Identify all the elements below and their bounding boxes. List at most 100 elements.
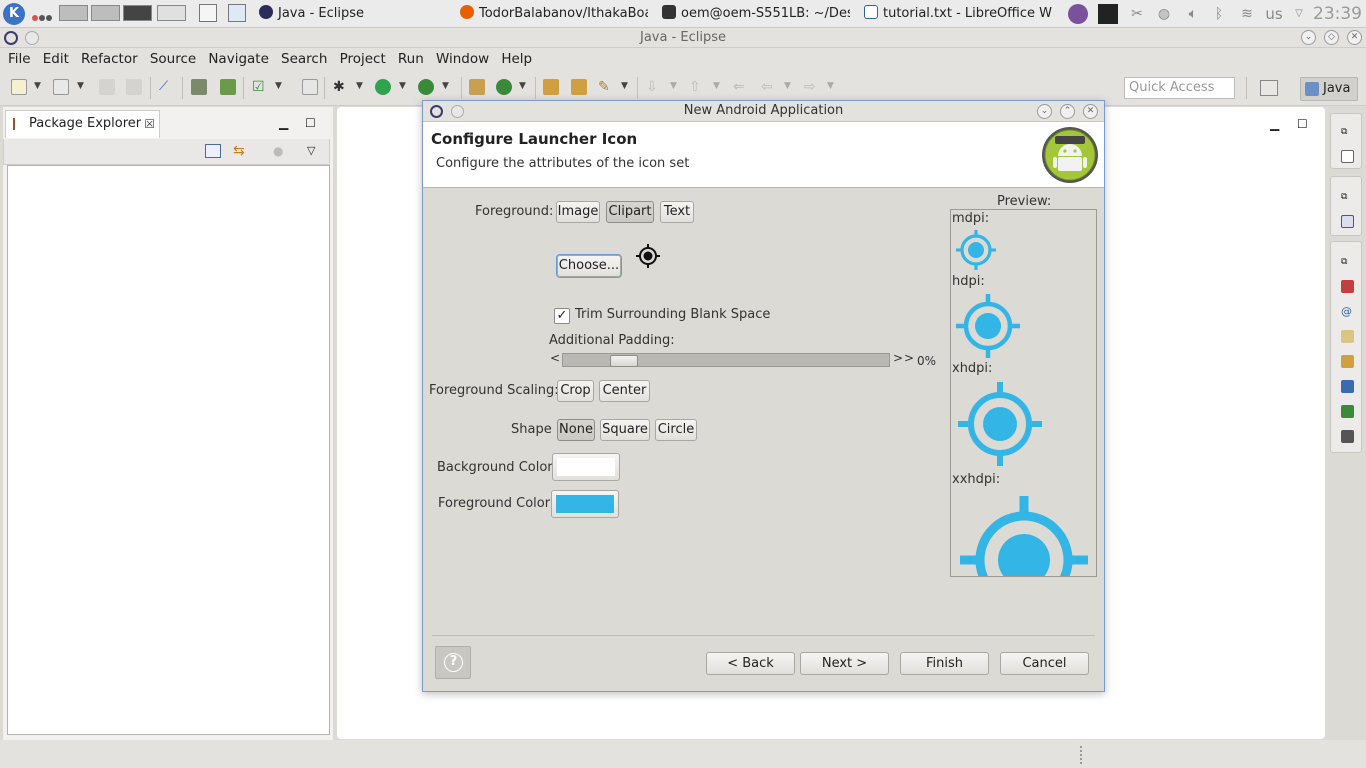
dialog-maximize-button[interactable]: ⌃ [1060, 104, 1075, 119]
new-type-dropdown-icon[interactable]: ▼ [77, 81, 84, 91]
editor-maximize-button[interactable]: ☐ [1297, 117, 1308, 131]
cancel-button[interactable]: Cancel [1000, 652, 1089, 675]
slider-left-arrow-icon[interactable]: < [550, 351, 560, 365]
padding-slider[interactable]: < > > [550, 351, 916, 367]
editor-minimize-button[interactable]: ▁ [1270, 117, 1279, 131]
previous-annotation-icon[interactable]: ⇧ [689, 79, 705, 95]
tray-expand-icon[interactable]: ▽ [1292, 4, 1306, 24]
run-external-tools-icon[interactable] [418, 79, 434, 95]
skip-breakpoints-icon[interactable]: ⟋ [159, 79, 175, 95]
application-launcher-icon[interactable]: K [3, 3, 25, 25]
problems-view-icon[interactable] [1341, 280, 1354, 293]
maximize-window-button[interactable]: ◇ [1324, 30, 1339, 45]
run-dropdown-icon[interactable]: ▼ [399, 81, 406, 91]
virtual-desktop-1[interactable] [59, 5, 88, 21]
foreground-text-button[interactable]: Text [660, 201, 694, 223]
package-explorer-tab[interactable]: Package Explorer ☒ [5, 110, 160, 138]
back-dropdown-icon[interactable]: ▼ [784, 81, 791, 91]
task-list-view-icon[interactable] [1341, 215, 1354, 228]
finish-button[interactable]: Finish [900, 652, 989, 675]
menu-search[interactable]: Search [277, 48, 331, 70]
restore-icon-2[interactable]: ⧉ [1341, 191, 1354, 204]
new-class-dropdown-icon[interactable]: ▼ [519, 81, 526, 91]
background-color-button[interactable] [552, 453, 620, 481]
menu-source[interactable]: Source [146, 48, 200, 70]
restore-icon-3[interactable]: ⧉ [1341, 256, 1354, 269]
back-icon[interactable]: ⇦ [761, 79, 777, 95]
window-menu-icon[interactable] [25, 31, 39, 45]
debug-icon[interactable]: ✱ [333, 79, 349, 95]
scaling-crop-button[interactable]: Crop [557, 380, 594, 402]
maximize-view-button[interactable]: ☐ [305, 116, 316, 130]
choose-clipart-button[interactable]: Choose... [557, 255, 621, 277]
scaling-center-button[interactable]: Center [599, 380, 650, 402]
outline-view-icon[interactable] [1341, 150, 1354, 163]
dialog-close-button[interactable]: ✕ [1083, 104, 1098, 119]
file-manager-icon[interactable] [228, 4, 246, 22]
open-task-icon[interactable] [571, 79, 587, 95]
shape-none-button[interactable]: None [557, 419, 595, 441]
minimize-view-button[interactable]: ▁ [279, 116, 288, 130]
collapse-all-icon[interactable] [205, 144, 221, 158]
minimize-window-button[interactable]: ⌄ [1301, 30, 1316, 45]
menu-window[interactable]: Window [432, 48, 493, 70]
external-tools-dropdown-icon[interactable]: ▼ [442, 81, 449, 91]
save-all-icon[interactable] [126, 79, 142, 95]
debug-dropdown-icon[interactable]: ▼ [356, 81, 363, 91]
status-grip[interactable] [1080, 746, 1082, 764]
dropbox-icon[interactable] [1098, 4, 1118, 24]
declaration-view-icon[interactable] [1341, 330, 1354, 343]
task-eclipse[interactable]: Java - Eclipse [259, 3, 449, 24]
task-checkbox-icon[interactable]: ☑ [252, 79, 268, 95]
slider-right-arrow-icon[interactable]: > [893, 351, 903, 365]
link-with-editor-icon[interactable]: ⇆ [233, 144, 249, 158]
clock[interactable]: 23:39 [1313, 3, 1362, 25]
clipboard-icon[interactable]: ✂ [1127, 4, 1147, 24]
next-annotation-icon[interactable]: ⇩ [646, 79, 662, 95]
eclipse-window-icon[interactable] [4, 31, 18, 45]
new-icon[interactable] [11, 79, 27, 95]
slider-thumb[interactable] [610, 355, 638, 367]
menu-project[interactable]: Project [336, 48, 390, 70]
bluetooth-icon[interactable]: ᛒ [1210, 4, 1228, 24]
volume-icon[interactable]: 🔈︎ [1181, 4, 1205, 24]
virtual-desktop-3[interactable] [123, 5, 152, 21]
slider-track[interactable] [562, 353, 890, 367]
task-firefox[interactable]: TodorBalabanov/IthakaBoard [460, 3, 648, 24]
help-button[interactable]: ? [435, 646, 471, 679]
open-perspective-icon[interactable] [1260, 80, 1278, 96]
package-tree[interactable] [7, 165, 330, 735]
menu-edit[interactable]: Edit [39, 48, 73, 70]
network-icon[interactable]: ◍ [1153, 4, 1175, 24]
foreground-color-button[interactable] [551, 490, 619, 518]
activities-icon[interactable] [32, 10, 53, 25]
close-window-button[interactable]: ✕ [1347, 30, 1362, 45]
trim-blank-space-checkbox[interactable]: ✓ [554, 308, 570, 324]
close-view-icon[interactable]: ☒ [144, 111, 155, 137]
devices-view-icon[interactable] [1341, 430, 1354, 443]
menu-navigate[interactable]: Navigate [204, 48, 273, 70]
search-dropdown-icon[interactable]: ▼ [621, 81, 628, 91]
new-dropdown-icon[interactable]: ▼ [34, 81, 41, 91]
task-libreoffice[interactable]: tutorial.txt - LibreOffice Writ [864, 3, 1052, 24]
shape-circle-button[interactable]: Circle [655, 419, 697, 441]
previous-annotation-dropdown-icon[interactable]: ▼ [713, 81, 720, 91]
android-lint-icon[interactable] [302, 79, 318, 95]
task-terminal[interactable]: oem@oem-S551LB: ~/Deskt [662, 3, 850, 24]
android-avd-manager-icon[interactable] [220, 79, 236, 95]
wifi-icon[interactable]: ≋ [1236, 4, 1258, 24]
virtual-desktop-2[interactable] [91, 5, 120, 21]
slider-right-arrow-icon-2[interactable]: > [904, 351, 914, 365]
search-view-icon[interactable] [1341, 355, 1354, 368]
menu-run[interactable]: Run [394, 48, 428, 70]
notes-icon[interactable] [199, 4, 217, 22]
new-java-class-icon[interactable] [496, 79, 512, 95]
next-button[interactable]: Next > [800, 652, 889, 675]
focus-icon[interactable]: ● [273, 144, 289, 158]
console-view-icon[interactable] [1341, 380, 1354, 393]
foreground-clipart-button[interactable]: Clipart [606, 201, 654, 223]
dialog-minimize-button[interactable]: ⌄ [1037, 104, 1052, 119]
last-edit-location-icon[interactable]: ⇐ [733, 79, 749, 95]
menu-refactor[interactable]: Refactor [77, 48, 142, 70]
menu-file[interactable]: File [4, 48, 35, 70]
